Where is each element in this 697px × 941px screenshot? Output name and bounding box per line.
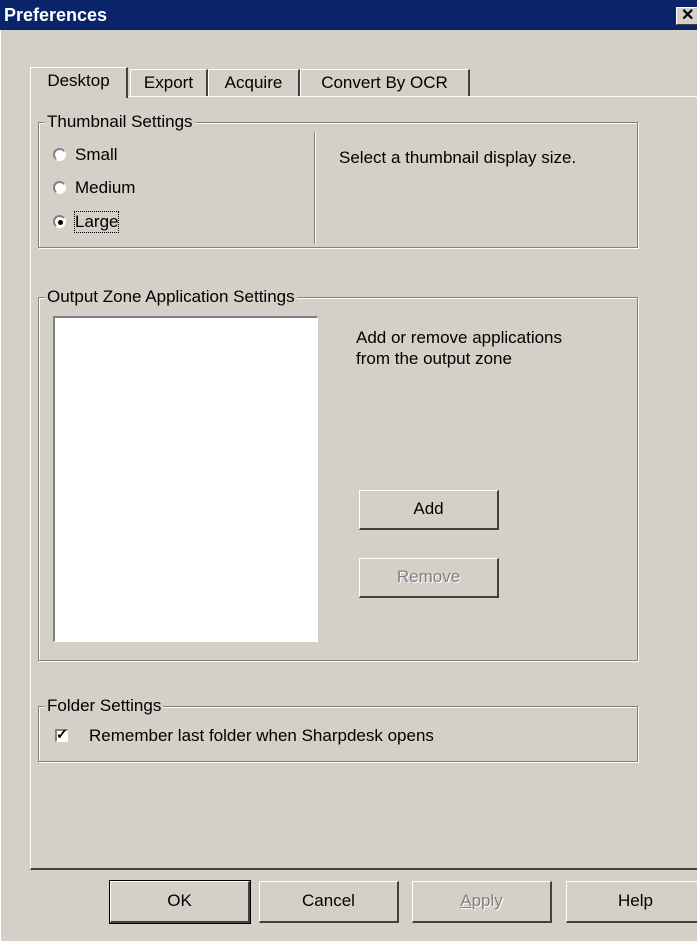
- folder-settings-legend: Folder Settings: [45, 696, 164, 716]
- title-bar: Preferences ✕: [0, 0, 697, 30]
- add-button-label: Add: [413, 499, 444, 518]
- tab-label: Desktop: [47, 71, 110, 90]
- output-zone-legend: Output Zone Application Settings: [45, 287, 297, 307]
- output-zone-description-line1: Add or remove applications: [356, 328, 563, 347]
- help-button-label: Help: [618, 891, 653, 910]
- tab-convert-by-ocr[interactable]: Convert By OCR: [300, 69, 470, 96]
- cancel-button-label: Cancel: [302, 891, 355, 910]
- remember-folder-label: Remember last folder when Sharpdesk open…: [89, 726, 434, 745]
- radio-button[interactable]: [53, 215, 66, 228]
- cancel-button[interactable]: Cancel: [259, 881, 399, 923]
- checkmark-icon: ✓: [56, 726, 68, 742]
- help-button[interactable]: Help: [566, 881, 697, 923]
- remember-folder-checkbox[interactable]: ✓: [55, 726, 68, 742]
- close-icon: ✕: [681, 7, 695, 24]
- apply-button[interactable]: Apply: [412, 881, 552, 923]
- radio-label: Small: [75, 145, 118, 164]
- close-button[interactable]: ✕: [676, 7, 697, 25]
- ok-button-label: OK: [167, 891, 192, 910]
- tab-export[interactable]: Export: [130, 69, 208, 96]
- tab-label: Convert By OCR: [321, 73, 448, 92]
- ok-button[interactable]: OK: [109, 880, 251, 924]
- radio-button[interactable]: [53, 181, 66, 194]
- remove-button-label: Remove: [396, 567, 461, 586]
- tab-label: Export: [143, 73, 194, 92]
- tab-acquire[interactable]: Acquire: [208, 69, 300, 96]
- radio-label: Large: [73, 211, 120, 233]
- output-zone-app-list[interactable]: [53, 316, 318, 642]
- thumbnail-description: Select a thumbnail display size.: [339, 148, 577, 167]
- window-title: Preferences: [4, 5, 108, 25]
- remove-button[interactable]: Remove: [359, 558, 499, 598]
- output-zone-description-line2: from the output zone: [356, 349, 512, 368]
- thumbnail-settings-legend: Thumbnail Settings: [45, 112, 195, 132]
- tab-label: Acquire: [224, 73, 283, 92]
- radio-label: Medium: [75, 178, 136, 197]
- thumbnail-divider: [314, 132, 316, 244]
- radio-button[interactable]: [53, 148, 66, 161]
- add-button[interactable]: Add: [359, 490, 499, 530]
- radio-selected-dot: [58, 220, 63, 225]
- apply-button-label: Apply: [460, 891, 503, 910]
- tab-desktop[interactable]: Desktop: [30, 67, 128, 98]
